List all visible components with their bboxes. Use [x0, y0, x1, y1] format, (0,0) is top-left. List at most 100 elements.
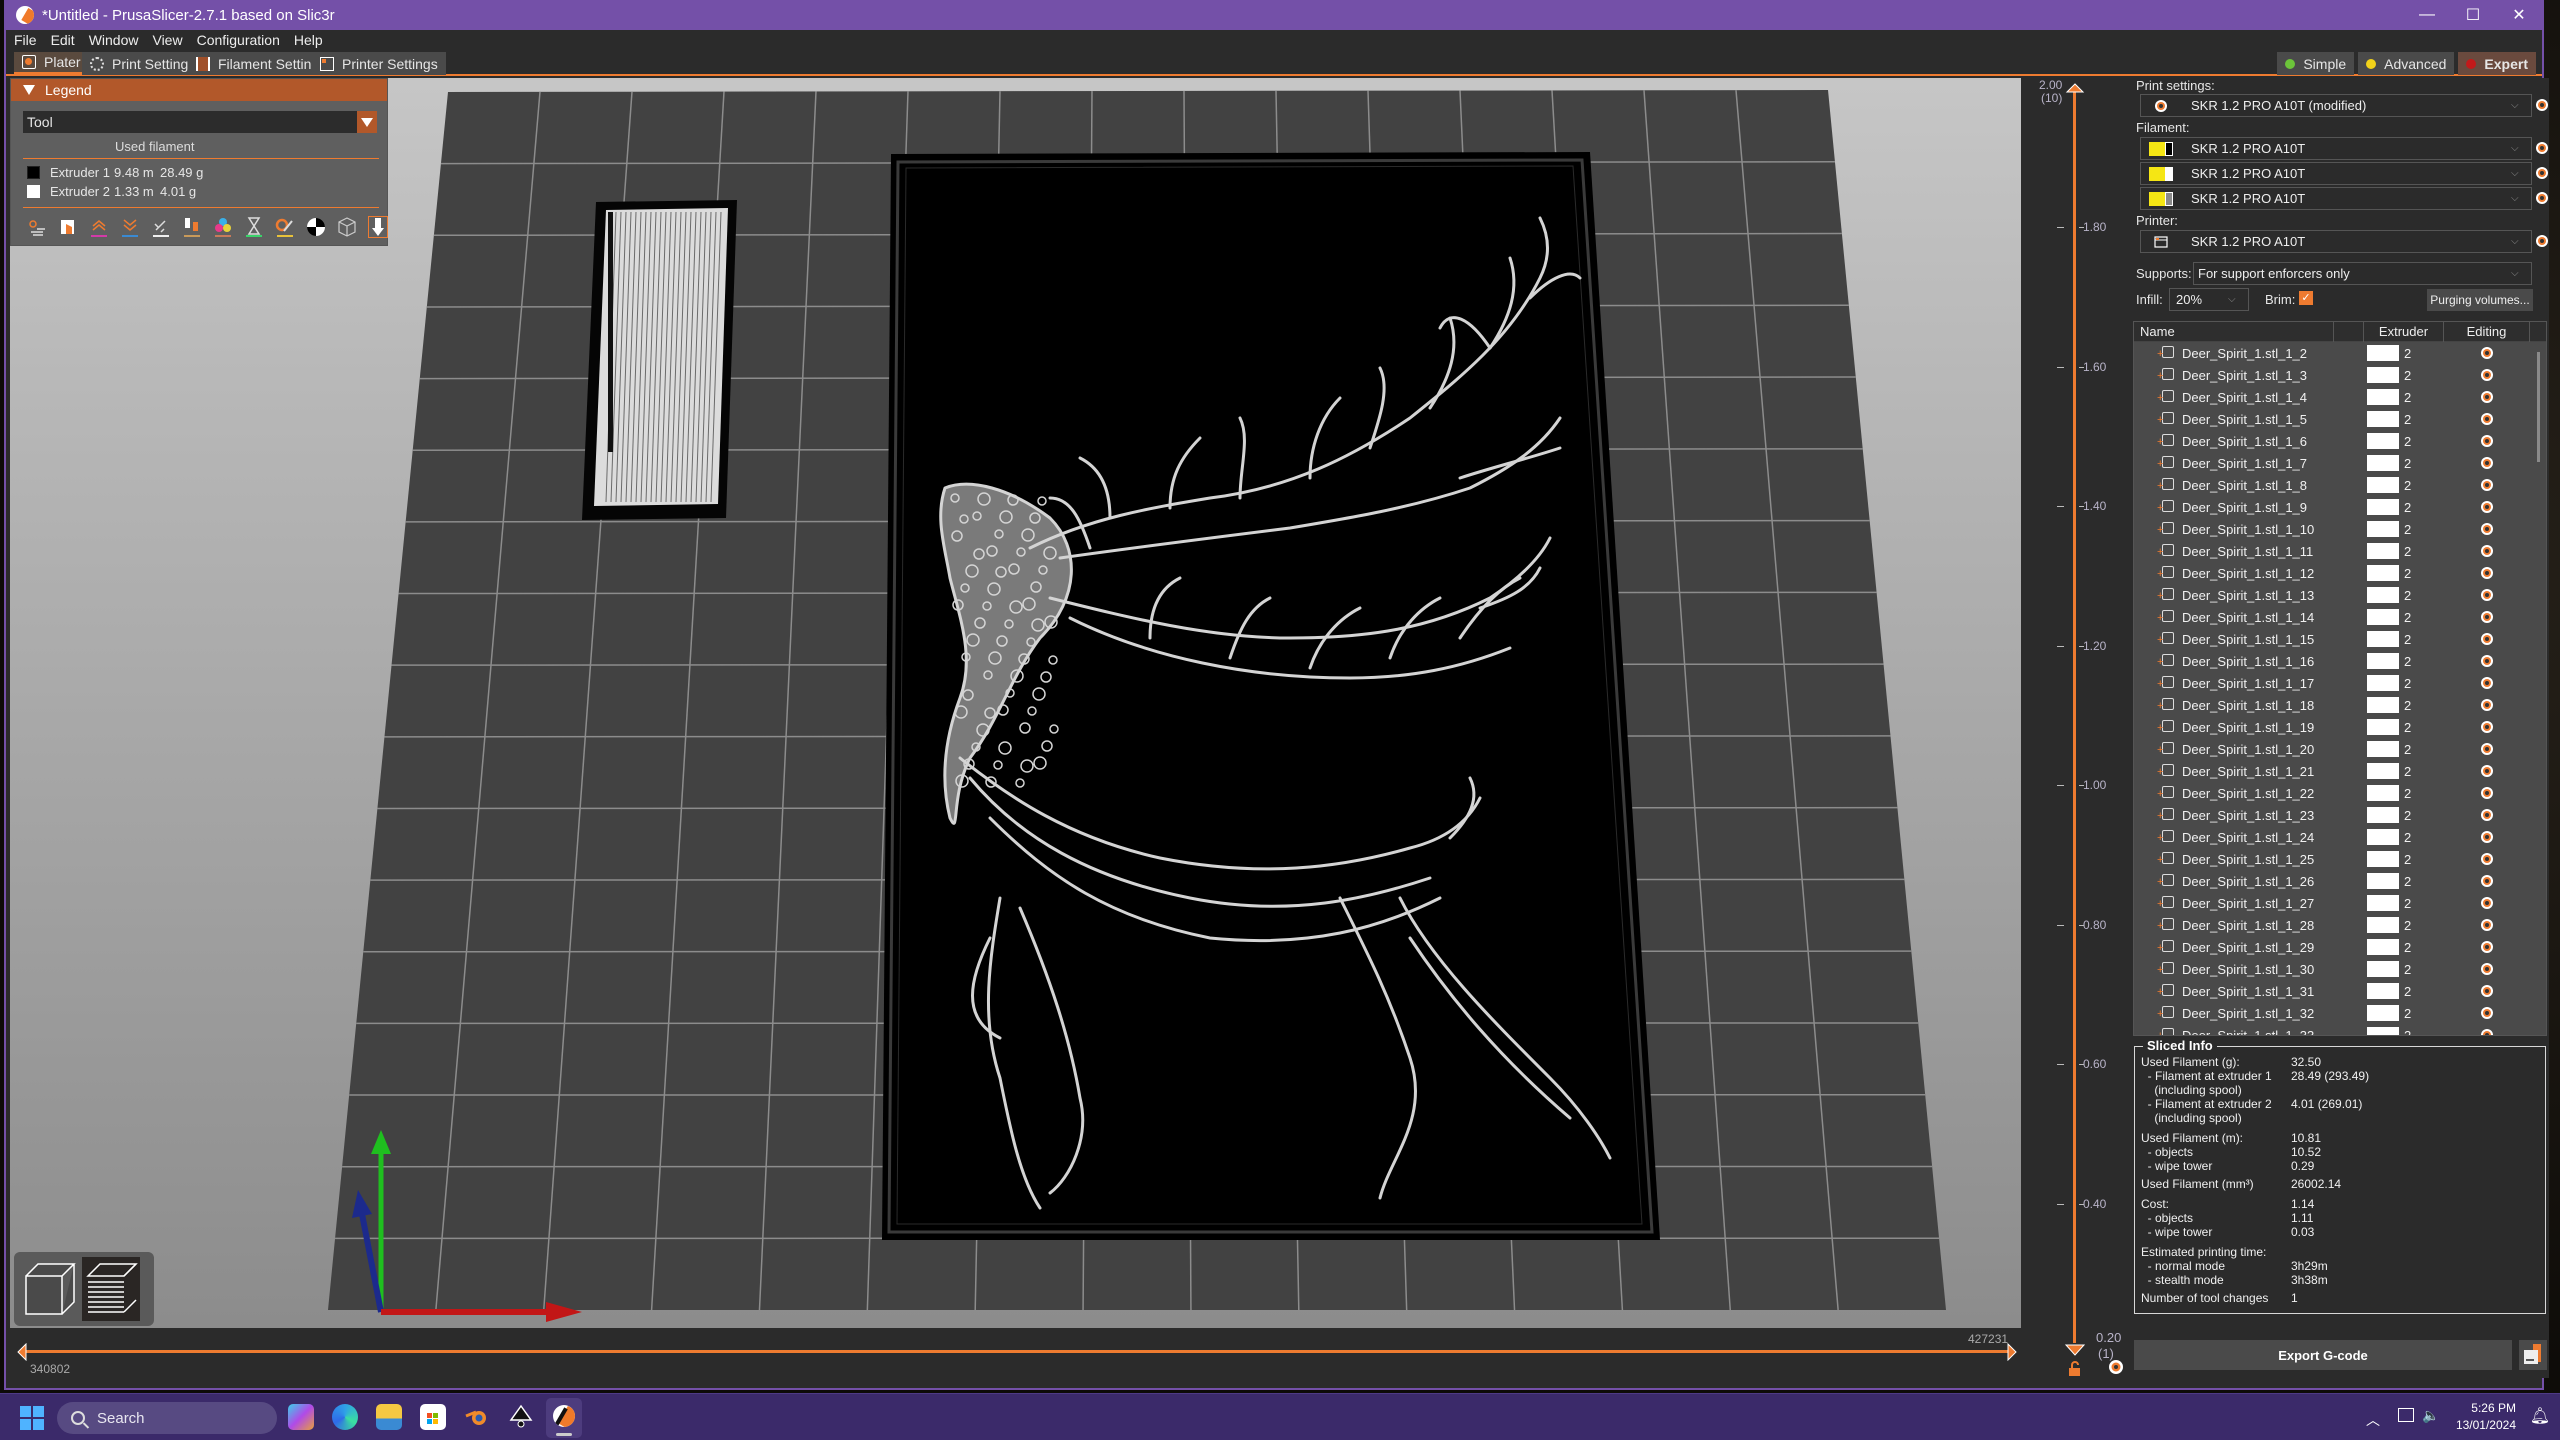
edit-settings-gear-icon[interactable] — [2480, 346, 2494, 360]
custom-gcode-icon[interactable] — [275, 216, 295, 238]
object-list-row[interactable]: Deer_Spirit_1.stl_1_7 2 — [2134, 452, 2546, 474]
extruder-number[interactable]: 2 — [2404, 720, 2411, 735]
extruder-color-swatch[interactable] — [2367, 939, 2399, 955]
extruder-number[interactable]: 2 — [2404, 676, 2411, 691]
edit-settings-gear-icon[interactable] — [2480, 368, 2494, 382]
object-list-row[interactable]: Deer_Spirit_1.stl_1_27 2 — [2134, 892, 2546, 914]
object-list-row[interactable]: Deer_Spirit_1.stl_1_12 2 — [2134, 562, 2546, 584]
edit-settings-gear-icon[interactable] — [2480, 1028, 2494, 1036]
edit-settings-gear-icon[interactable] — [2480, 1006, 2494, 1020]
extruder-number[interactable]: 2 — [2404, 434, 2411, 449]
export-to-sd-button[interactable] — [2519, 1340, 2547, 1370]
mode-simple-button[interactable]: Simple — [2277, 52, 2355, 75]
extruder-number[interactable]: 2 — [2404, 896, 2411, 911]
object-list-row[interactable]: Deer_Spirit_1.stl_1_23 2 — [2134, 804, 2546, 826]
filament-combo-1[interactable]: SKR 1.2 PRO A10T ⌵ — [2140, 137, 2532, 160]
extruder-color-swatch[interactable] — [2367, 455, 2399, 471]
object-list-row[interactable]: Deer_Spirit_1.stl_1_28 2 — [2134, 914, 2546, 936]
menu-edit[interactable]: Edit — [51, 32, 75, 48]
object-list-row[interactable]: Deer_Spirit_1.stl_1_33 2 — [2134, 1024, 2546, 1036]
edit-settings-gear-icon[interactable] — [2480, 632, 2494, 646]
object-list-row[interactable]: Deer_Spirit_1.stl_1_6 2 — [2134, 430, 2546, 452]
edit-settings-gear-icon[interactable] — [2480, 940, 2494, 954]
export-gcode-button[interactable]: Export G-code — [2134, 1340, 2512, 1370]
extruder-color-swatch[interactable] — [2367, 763, 2399, 779]
legend-header[interactable]: Legend — [11, 79, 387, 101]
object-list-row[interactable]: Deer_Spirit_1.stl_1_30 2 — [2134, 958, 2546, 980]
extruder-number[interactable]: 2 — [2404, 764, 2411, 779]
extruder-color-swatch[interactable] — [2367, 1027, 2399, 1035]
bottom-thumb-icon[interactable] — [2064, 1343, 2086, 1357]
deretractions-icon[interactable] — [120, 216, 140, 238]
object-list-row[interactable]: Deer_Spirit_1.stl_1_5 2 — [2134, 408, 2546, 430]
move-slider-track[interactable] — [24, 1350, 2014, 1353]
extruder-number[interactable]: 2 — [2404, 346, 2411, 361]
object-list-row[interactable]: Deer_Spirit_1.stl_1_31 2 — [2134, 980, 2546, 1002]
edit-settings-gear-icon[interactable] — [2480, 588, 2494, 602]
extruder-color-swatch[interactable] — [2367, 851, 2399, 867]
extruder-number[interactable]: 2 — [2404, 742, 2411, 757]
extruder-color-swatch[interactable] — [2367, 895, 2399, 911]
preview-button[interactable] — [82, 1257, 140, 1321]
retractions-icon[interactable] — [89, 216, 109, 238]
edit-settings-gear-icon[interactable] — [2480, 918, 2494, 932]
extruder-number[interactable]: 2 — [2404, 588, 2411, 603]
object-list-row[interactable]: Deer_Spirit_1.stl_1_4 2 — [2134, 386, 2546, 408]
object-list-row[interactable]: Deer_Spirit_1.stl_1_3 2 — [2134, 364, 2546, 386]
prusaslicer-taskbar-button[interactable] — [546, 1398, 582, 1438]
extruder-color-swatch[interactable] — [2367, 345, 2399, 361]
extruder-color-swatch[interactable] — [2367, 433, 2399, 449]
edit-settings-gear-icon[interactable] — [2480, 984, 2494, 998]
brim-checkbox[interactable]: ✓ — [2299, 291, 2313, 305]
cog-icon[interactable] — [2107, 1358, 2125, 1376]
extruder-color-swatch[interactable] — [2367, 807, 2399, 823]
extruder-color-swatch[interactable] — [2367, 411, 2399, 427]
extruder-color-swatch[interactable] — [2367, 873, 2399, 889]
extruder-number[interactable]: 2 — [2404, 390, 2411, 405]
notification-bell-icon[interactable]: 🔔︎ — [2530, 1406, 2550, 1426]
edit-settings-gear-icon[interactable] — [2480, 478, 2494, 492]
extruder-color-swatch[interactable] — [2367, 653, 2399, 669]
menu-window[interactable]: Window — [89, 32, 139, 48]
pause-icon[interactable] — [244, 216, 264, 238]
volume-icon[interactable]: 🔈 — [2422, 1407, 2439, 1424]
3d-viewport[interactable] — [10, 78, 2021, 1328]
show-hidden-icons-chevron-icon[interactable]: ︿ — [2366, 1410, 2380, 1430]
minimize-button[interactable]: — — [2404, 0, 2450, 30]
menu-file[interactable]: File — [14, 32, 37, 48]
object-list-row[interactable]: Deer_Spirit_1.stl_1_14 2 — [2134, 606, 2546, 628]
extruder-color-swatch[interactable] — [2367, 917, 2399, 933]
extruder-color-swatch[interactable] — [2367, 1005, 2399, 1021]
system-clock[interactable]: 5:26 PM 13/01/2024 — [2456, 1400, 2516, 1434]
extruder-color-swatch[interactable] — [2367, 499, 2399, 515]
menu-configuration[interactable]: Configuration — [197, 32, 280, 48]
extruder-number[interactable]: 2 — [2404, 478, 2411, 493]
object-list-scrollbar[interactable] — [2537, 352, 2540, 462]
shells-icon[interactable] — [337, 216, 357, 238]
menu-help[interactable]: Help — [294, 32, 323, 48]
tab-printer-settings[interactable]: Printer Settings — [312, 52, 446, 75]
filament-3-edit-icon[interactable] — [2535, 191, 2549, 205]
print-settings-combo[interactable]: SKR 1.2 PRO A10T (modified) ⌵ — [2140, 94, 2532, 117]
tool-changes-icon[interactable] — [182, 216, 202, 238]
blender-icon[interactable] — [464, 1404, 490, 1430]
close-button[interactable]: ✕ — [2496, 0, 2542, 30]
ms-store-icon[interactable] — [420, 1404, 446, 1430]
extruder-color-swatch[interactable] — [2367, 631, 2399, 647]
edit-settings-gear-icon[interactable] — [2480, 610, 2494, 624]
edit-settings-gear-icon[interactable] — [2480, 808, 2494, 822]
seams-icon[interactable] — [151, 216, 171, 238]
object-list-row[interactable]: Deer_Spirit_1.stl_1_16 2 — [2134, 650, 2546, 672]
extruder-number[interactable]: 2 — [2404, 368, 2411, 383]
object-list-row[interactable]: Deer_Spirit_1.stl_1_29 2 — [2134, 936, 2546, 958]
edit-settings-gear-icon[interactable] — [2480, 962, 2494, 976]
edit-settings-gear-icon[interactable] — [2480, 390, 2494, 404]
object-list-row[interactable]: Deer_Spirit_1.stl_1_13 2 — [2134, 584, 2546, 606]
print-settings-edit-icon[interactable] — [2535, 98, 2549, 112]
start-button[interactable] — [20, 1406, 44, 1430]
tab-print-settings[interactable]: Print Settings — [82, 52, 204, 75]
extruder-color-swatch[interactable] — [2367, 477, 2399, 493]
network-icon[interactable] — [2398, 1408, 2414, 1422]
edge-icon[interactable] — [332, 1404, 358, 1430]
extruder-color-swatch[interactable] — [2367, 829, 2399, 845]
